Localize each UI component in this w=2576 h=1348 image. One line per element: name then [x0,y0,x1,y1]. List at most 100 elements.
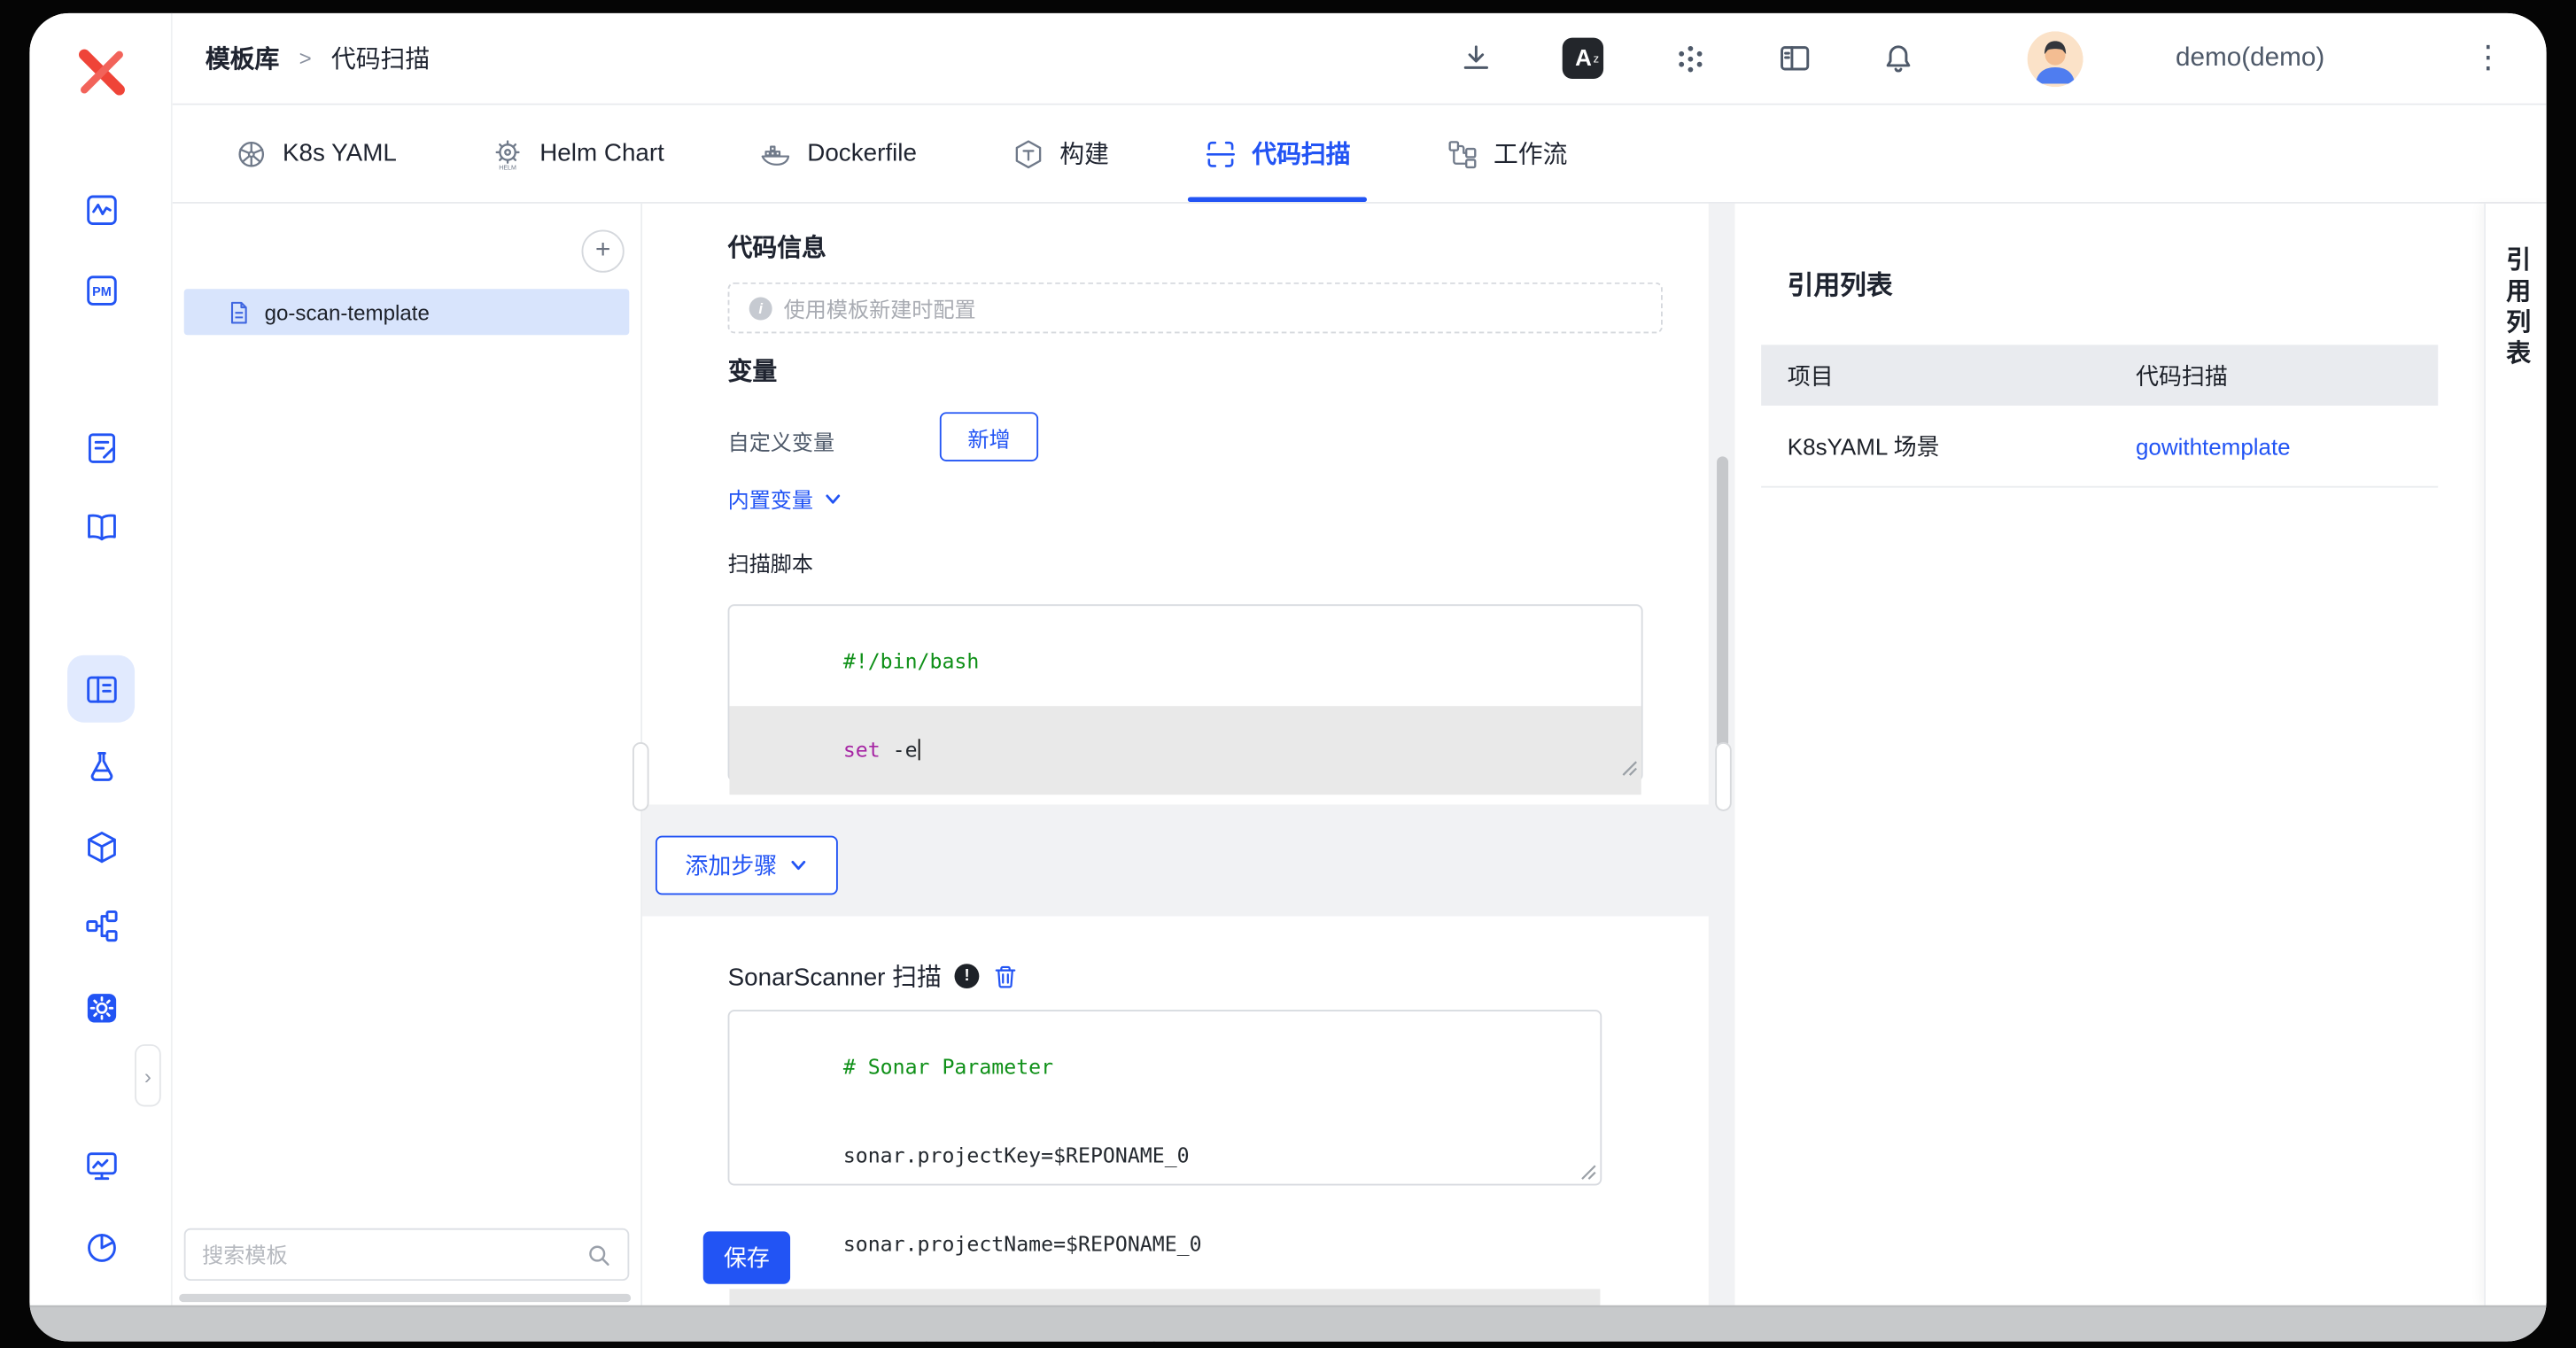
tab-dockerfile[interactable]: Dockerfile [759,105,916,202]
pie-chart-icon [83,1230,120,1267]
template-name: go-scan-template [265,299,430,324]
drawer-tab-label: 引用列表 [2500,246,2534,371]
chevron-down-icon [788,856,808,875]
docker-icon [759,137,792,170]
tab-k8s-yaml[interactable]: K8s YAML [235,105,397,202]
sidebar-item-artifacts[interactable] [29,829,172,865]
download-icon[interactable] [1459,41,1494,75]
table-row: K8sYAML 场景 gowithtemplate [1761,406,2438,488]
layout-columns-icon[interactable] [1778,41,1812,75]
sonar-parameter-editor[interactable]: # Sonar Parameter sonar.projectKey=$REPO… [728,1010,1602,1185]
sidebar-collapse-handle[interactable]: › [135,1044,161,1106]
breadcrumb-current: 代码扫描 [331,41,430,75]
sidebar-item-dashboard[interactable] [29,1148,172,1184]
helm-icon: HELM [492,137,524,170]
top-header: 模板库 > 代码扫描 A z [173,13,2547,105]
code-line-current: set -e [729,706,1641,794]
template-notice: i 使用模板新建时配置 [728,283,1663,333]
scan-script-editor[interactable]: #!/bin/bash set -e [728,604,1643,781]
username[interactable]: demo(demo) [2176,43,2324,73]
panel-resize-handle-left[interactable] [632,742,649,811]
text-cursor [919,739,920,760]
resize-handle-icon[interactable] [1580,1164,1597,1181]
sidebar-item-settings[interactable] [29,990,172,1026]
script-label: 扫描脚本 [728,546,813,577]
sidebar-item-monitor[interactable] [29,192,172,229]
cell-scan-link[interactable]: gowithtemplate [2136,433,2291,460]
reference-drawer: 引用列表 [2484,204,2546,1305]
tab-code-scan[interactable]: 代码扫描 [1205,105,1351,202]
builtin-vars-toggle[interactable]: 内置变量 [728,483,843,514]
tab-label: 代码扫描 [1252,136,1350,171]
tab-workflow[interactable]: 工作流 [1446,105,1567,202]
window-bottom-edge [29,1305,2546,1342]
translate-icon[interactable]: A z [1563,38,1603,79]
app-window: PM [29,13,2546,1342]
sidebar: PM [29,13,172,1305]
template-search [184,1228,630,1281]
display-icon [83,1148,120,1184]
tab-label: 工作流 [1494,136,1567,171]
gear-square-icon [83,990,120,1026]
apps-grid-icon[interactable] [1673,40,1710,76]
template-list-panel: + go-scan-template [173,204,642,1305]
monitor-pulse-icon [83,192,120,229]
sidebar-item-pm[interactable]: PM [29,273,172,309]
column-header-project: 项目 [1761,359,2136,391]
template-type-tabs: K8s YAML HELM Helm Chart [173,105,2547,204]
cell-project: K8sYAML 场景 [1761,430,2136,462]
breadcrumb-separator: > [299,46,312,71]
search-icon[interactable] [586,1242,611,1267]
header-actions: A z [1459,30,2503,86]
reference-drawer-tab[interactable]: 引用列表 [2486,246,2547,371]
add-step-button[interactable]: 添加步骤 [656,836,838,895]
code-line: sonar.projectKey=$REPONAME_0 [729,1112,1600,1200]
tab-build[interactable]: 构建 [1012,105,1108,202]
resize-handle-icon[interactable] [1621,760,1638,777]
info-circle-icon: i [749,297,772,320]
horizontal-scrollbar[interactable] [179,1294,631,1302]
chevron-down-icon [823,489,842,508]
save-button[interactable]: 保存 [703,1231,790,1283]
search-input[interactable] [202,1242,586,1267]
vertical-scrollbar[interactable] [1717,456,1728,748]
sidebar-item-template-library-active[interactable] [67,655,135,723]
code-scan-icon [1205,137,1238,170]
sidebar-item-docs[interactable] [29,509,172,546]
code-info-title: 代码信息 [728,230,826,265]
step-title-row: SonarScanner 扫描 ! [728,959,1019,994]
bell-icon[interactable] [1882,41,1916,75]
delete-step-icon[interactable] [992,963,1019,989]
code-line: sonar.projectName=$REPONAME_0 [729,1200,1600,1289]
add-variable-button[interactable]: 新增 [940,412,1038,461]
sidebar-item-reports[interactable] [29,1230,172,1267]
document-edit-icon [83,430,120,467]
build-hexagon-icon [1012,137,1044,170]
book-icon [83,509,120,546]
breadcrumb-root[interactable]: 模板库 [206,41,279,75]
code-line: # Sonar Parameter [729,1023,1600,1112]
reference-table-header: 项目 代码扫描 [1761,345,2438,406]
sidebar-item-test[interactable] [29,748,172,785]
template-library-icon [83,670,120,707]
sidebar-item-form[interactable] [29,430,172,467]
app-logo[interactable] [29,46,172,98]
document-icon [227,299,252,324]
chevron-right-icon: › [144,1063,151,1088]
step-required-icon: ! [955,964,980,988]
tab-helm-chart[interactable]: HELM Helm Chart [492,105,663,202]
code-line: #!/bin/bash [729,617,1641,706]
step-title: SonarScanner 扫描 [728,959,942,994]
panel-resize-handle-right[interactable] [1715,742,1732,811]
reference-table: 项目 代码扫描 K8sYAML 场景 gowithtemplate [1761,345,2438,487]
template-list-item-selected[interactable]: go-scan-template [184,289,630,335]
logo-x-icon [74,46,127,98]
reference-title: 引用列表 [1788,263,1893,302]
svg-text:HELM: HELM [500,163,517,170]
custom-vars-label: 自定义变量 [728,425,835,456]
tab-label: K8s YAML [283,140,397,168]
add-template-button[interactable]: + [582,230,625,273]
sidebar-item-pipeline[interactable] [29,908,172,944]
user-avatar[interactable] [2028,30,2083,86]
more-menu-icon[interactable]: ⋮ [2472,39,2503,77]
